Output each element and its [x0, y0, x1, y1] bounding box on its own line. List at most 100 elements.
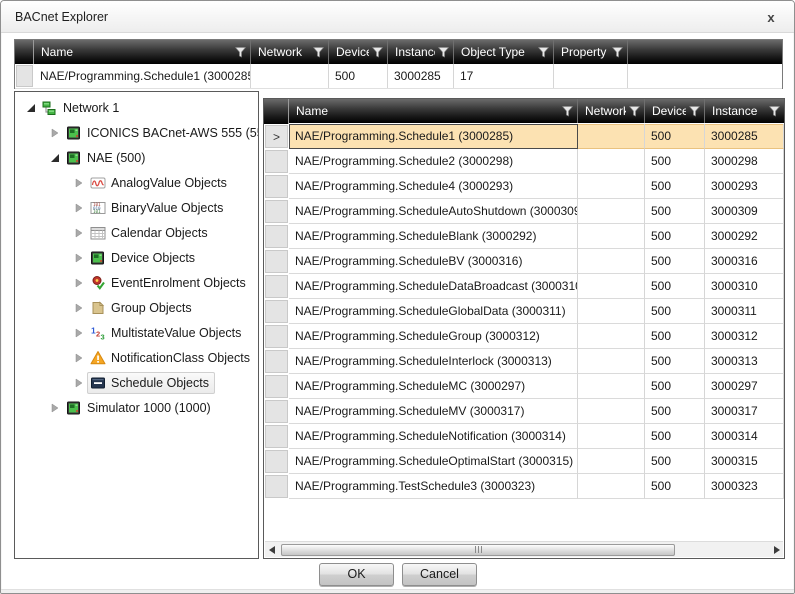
table-row[interactable]: NAE/Programming.ScheduleBlank (3000292) …: [264, 224, 784, 249]
cell-object-type[interactable]: 17: [454, 64, 554, 88]
ok-button[interactable]: OK: [319, 563, 394, 586]
filter-icon[interactable]: [438, 47, 449, 58]
cell-instance[interactable]: 3000312: [705, 324, 784, 349]
tree-expander-icon[interactable]: [47, 125, 63, 141]
filter-icon[interactable]: [235, 47, 246, 58]
cell-instance[interactable]: 3000323: [705, 474, 784, 499]
cell-instance[interactable]: 3000293: [705, 174, 784, 199]
cell-device[interactable]: 500: [645, 224, 705, 249]
column-header-network[interactable]: Network: [251, 40, 329, 64]
filter-icon[interactable]: [612, 47, 623, 58]
column-header-object-type[interactable]: Object Type: [454, 40, 554, 64]
cell-device[interactable]: 500: [645, 174, 705, 199]
row-selector-cell[interactable]: [264, 149, 289, 174]
cell-device[interactable]: 500: [645, 349, 705, 374]
cell-network[interactable]: [578, 299, 645, 324]
cell-name[interactable]: NAE/Programming.ScheduleGlobalData (3000…: [289, 299, 578, 324]
cell-instance[interactable]: 3000311: [705, 299, 784, 324]
close-icon[interactable]: x: [762, 9, 780, 27]
table-row[interactable]: NAE/Programming.ScheduleAutoShutdown (30…: [264, 199, 784, 224]
cell-network[interactable]: [578, 324, 645, 349]
cell-name[interactable]: NAE/Programming.ScheduleMC (3000297): [289, 374, 578, 399]
tree-item[interactable]: AnalogValue Objects: [15, 170, 258, 195]
cell-device[interactable]: 500: [645, 324, 705, 349]
table-row[interactable]: NAE/Programming.ScheduleNotification (30…: [264, 424, 784, 449]
tree-expander-icon[interactable]: [71, 250, 87, 266]
tree-item[interactable]: Schedule Objects: [15, 370, 258, 395]
column-header-device[interactable]: Device: [329, 40, 388, 64]
filter-icon[interactable]: [689, 106, 700, 117]
cell-device[interactable]: 500: [645, 249, 705, 274]
row-selector-cell[interactable]: [264, 349, 289, 374]
row-selector-cell[interactable]: [264, 249, 289, 274]
scroll-left-icon[interactable]: [265, 542, 279, 558]
row-selector-cell[interactable]: [264, 449, 289, 474]
column-header-device[interactable]: Device: [645, 99, 705, 123]
column-header-name[interactable]: Name: [289, 99, 578, 123]
tree-item[interactable]: 101 010 101 BinaryValue Objects: [15, 195, 258, 220]
tree-item[interactable]: ICONICS BACnet-AWS 555 (555): [15, 120, 258, 145]
cell-name[interactable]: NAE/Programming.Schedule1 (3000285): [34, 64, 251, 88]
cell-network[interactable]: [578, 224, 645, 249]
cell-instance[interactable]: 3000316: [705, 249, 784, 274]
cell-device[interactable]: 500: [645, 424, 705, 449]
table-row[interactable]: NAE/Programming.ScheduleMC (3000297) 500…: [264, 374, 784, 399]
row-selector-cell[interactable]: [264, 199, 289, 224]
tree-item[interactable]: NotificationClass Objects: [15, 345, 258, 370]
tree-item[interactable]: Calendar Objects: [15, 220, 258, 245]
table-row[interactable]: NAE/Programming.Schedule4 (3000293) 500 …: [264, 174, 784, 199]
column-header-network[interactable]: Network: [578, 99, 645, 123]
cell-network[interactable]: [578, 174, 645, 199]
tree-item[interactable]: 1 2 3 MultistateValue Objects: [15, 320, 258, 345]
cell-instance[interactable]: 3000315: [705, 449, 784, 474]
cell-device[interactable]: 500: [329, 64, 388, 88]
cell-name[interactable]: NAE/Programming.ScheduleAutoShutdown (30…: [289, 199, 578, 224]
cell-name[interactable]: NAE/Programming.Schedule1 (3000285): [289, 124, 578, 149]
table-row[interactable]: NAE/Programming.ScheduleInterlock (30003…: [264, 349, 784, 374]
tree-item[interactable]: Network 1: [15, 95, 258, 120]
tree-item[interactable]: EventEnrolment Objects: [15, 270, 258, 295]
tree-item[interactable]: Device Objects: [15, 245, 258, 270]
table-row[interactable]: NAE/Programming.TestSchedule3 (3000323) …: [264, 474, 784, 499]
table-row[interactable]: NAE/Programming.Schedule2 (3000298) 500 …: [264, 149, 784, 174]
cell-name[interactable]: NAE/Programming.ScheduleNotification (30…: [289, 424, 578, 449]
cell-property[interactable]: [554, 64, 628, 88]
cell-name[interactable]: NAE/Programming.ScheduleMV (3000317): [289, 399, 578, 424]
filter-icon[interactable]: [372, 47, 383, 58]
cell-device[interactable]: 500: [645, 374, 705, 399]
cell-name[interactable]: NAE/Programming.Schedule4 (3000293): [289, 174, 578, 199]
cell-network[interactable]: [578, 449, 645, 474]
table-row[interactable]: NAE/Programming.ScheduleDataBroadcast (3…: [264, 274, 784, 299]
tree-expander-icon[interactable]: [71, 225, 87, 241]
cell-network[interactable]: [578, 124, 645, 149]
tree-expander-icon[interactable]: [47, 150, 63, 166]
table-row[interactable]: NAE/Programming.Schedule1 (3000285) 500 …: [15, 64, 782, 89]
tree-expander-icon[interactable]: [47, 400, 63, 416]
cell-network[interactable]: [578, 274, 645, 299]
cell-device[interactable]: 500: [645, 449, 705, 474]
cell-network[interactable]: [578, 199, 645, 224]
tree-expander-icon[interactable]: [71, 325, 87, 341]
row-selector-cell[interactable]: [15, 64, 34, 88]
cell-instance[interactable]: 3000313: [705, 349, 784, 374]
row-selector-cell[interactable]: [264, 324, 289, 349]
scrollbar-track[interactable]: [279, 542, 769, 558]
cell-device[interactable]: 500: [645, 399, 705, 424]
table-row[interactable]: NAE/Programming.ScheduleGlobalData (3000…: [264, 299, 784, 324]
row-selector-cell[interactable]: [264, 224, 289, 249]
cell-instance[interactable]: 3000285: [388, 64, 454, 88]
table-row[interactable]: > NAE/Programming.Schedule1 (3000285) 50…: [264, 124, 784, 149]
cell-name[interactable]: NAE/Programming.ScheduleDataBroadcast (3…: [289, 274, 578, 299]
horizontal-scrollbar[interactable]: [265, 541, 783, 557]
cell-instance[interactable]: 3000317: [705, 399, 784, 424]
tree-item[interactable]: Group Objects: [15, 295, 258, 320]
tree-expander-icon[interactable]: [71, 350, 87, 366]
cell-instance[interactable]: 3000309: [705, 199, 784, 224]
cell-device[interactable]: 500: [645, 149, 705, 174]
table-row[interactable]: NAE/Programming.ScheduleGroup (3000312) …: [264, 324, 784, 349]
cell-instance[interactable]: 3000314: [705, 424, 784, 449]
row-selector-cell[interactable]: [264, 374, 289, 399]
cell-device[interactable]: 500: [645, 274, 705, 299]
cell-name[interactable]: NAE/Programming.Schedule2 (3000298): [289, 149, 578, 174]
tree-item[interactable]: NAE (500): [15, 145, 258, 170]
